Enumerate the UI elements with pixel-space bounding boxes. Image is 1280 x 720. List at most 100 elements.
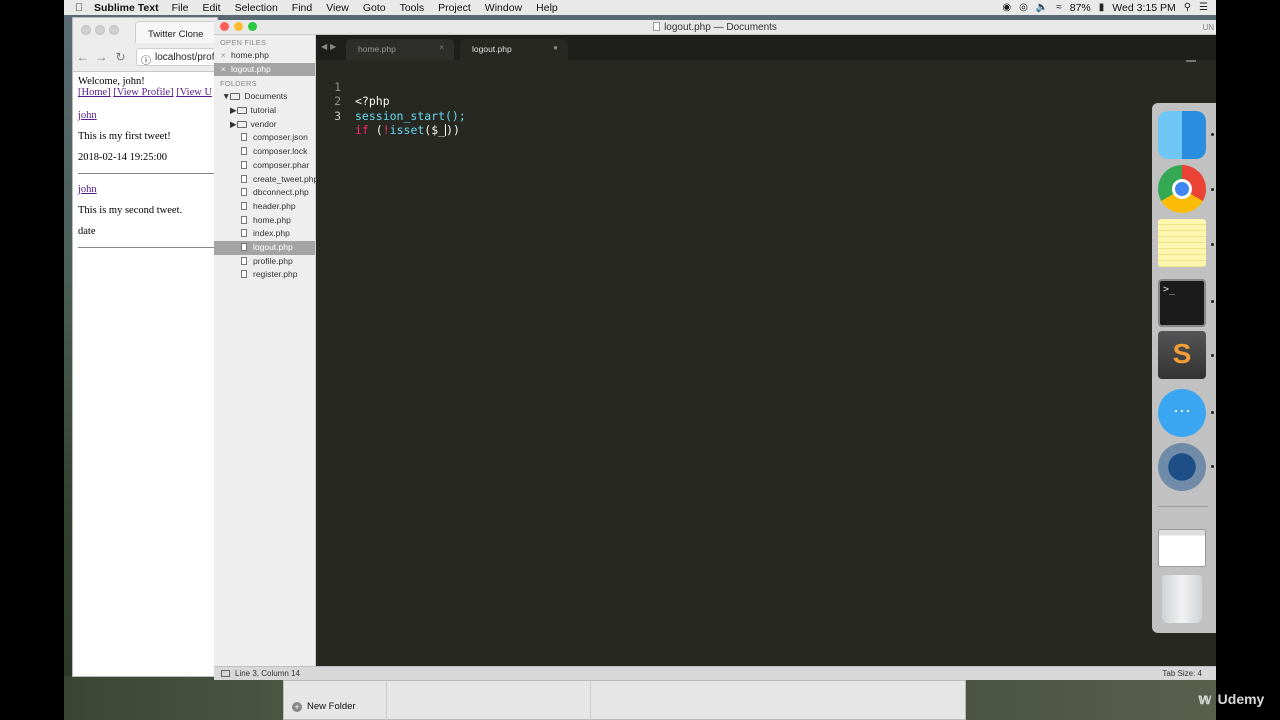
wifi-icon[interactable]: ≈ <box>1056 2 1062 13</box>
folder-item-tutorial[interactable]: ▶ tutorial <box>214 104 315 118</box>
running-indicator <box>1211 300 1214 303</box>
address-bar[interactable]: ⓘ localhost/prof <box>136 48 219 66</box>
forward-arrow-icon[interactable]: → <box>92 50 111 64</box>
browser-window-thumbnail-icon[interactable] <box>1158 529 1206 567</box>
apple-menu-icon[interactable]:  <box>64 2 94 14</box>
battery-icon[interactable]: ▮ <box>1099 2 1105 13</box>
document-icon <box>653 22 661 31</box>
file-label: logout.php <box>253 241 293 252</box>
folder-label: vendor <box>250 118 277 129</box>
folder-icon <box>230 93 241 101</box>
code-editor[interactable]: 1 <?php 2 session_start(); 3 if (!isset(… <box>316 60 1216 666</box>
tab-size-selector[interactable]: Tab Size: 4 <box>1162 669 1202 678</box>
menu-icon[interactable]: ☰ <box>1199 2 1208 13</box>
search-icon[interactable]: ⚲ <box>1184 2 1191 13</box>
open-file-item[interactable]: × logout.php <box>214 62 315 77</box>
chrome-icon[interactable] <box>1158 165 1206 213</box>
file-item[interactable]: home.php <box>214 214 315 228</box>
disclosure-open-icon[interactable]: ▼ <box>222 91 230 101</box>
unsaved-dot-icon[interactable]: ● <box>553 43 558 52</box>
file-item[interactable]: dbconnect.php <box>214 186 315 200</box>
menu-file[interactable]: File <box>172 2 189 14</box>
browser-tab[interactable]: Twitter Clone <box>135 21 225 43</box>
file-icon <box>241 229 247 238</box>
menu-window[interactable]: Window <box>485 2 522 14</box>
menu-view[interactable]: View <box>326 2 349 14</box>
menu-find[interactable]: Find <box>292 2 312 14</box>
sublime-text-icon[interactable]: S <box>1158 331 1206 379</box>
tab-logout-php[interactable]: logout.php ● <box>460 39 568 60</box>
file-label: composer.json <box>253 132 308 143</box>
info-icon[interactable]: ⓘ <box>141 52 151 65</box>
app-name-menu[interactable]: Sublime Text <box>94 2 159 14</box>
home-link[interactable]: [Home] <box>78 87 111 98</box>
running-indicator <box>1211 243 1214 246</box>
tweet-date: 2018-02-14 19:25:00 <box>78 152 167 163</box>
file-item[interactable]: composer.json <box>214 131 315 145</box>
tweet-user-link[interactable]: john <box>78 184 97 195</box>
back-arrow-icon[interactable]: ← <box>73 50 92 64</box>
menu-selection[interactable]: Selection <box>235 2 278 14</box>
menu-tools[interactable]: Tools <box>400 2 425 14</box>
menu-help[interactable]: Help <box>536 2 558 14</box>
reload-icon[interactable]: ↻ <box>111 50 130 64</box>
screen:  Sublime Text File Edit Selection Find … <box>0 0 1280 720</box>
disclosure-closed-icon[interactable]: ▶ <box>230 119 237 129</box>
trash-icon[interactable] <box>1162 575 1202 623</box>
close-icon[interactable]: × <box>221 63 226 77</box>
file-item[interactable]: create_tweet.php <box>214 173 318 187</box>
tab-nav-arrows-icon[interactable]: ◀▶ <box>321 42 339 51</box>
file-item[interactable]: header.php <box>214 200 315 214</box>
browser-nav-row: ← → ↻ ⓘ localhost/prof <box>73 46 219 68</box>
airplay-icon[interactable]: ◎ <box>1019 2 1028 13</box>
window-title: logout.php — Documents <box>664 22 777 33</box>
folder-item-vendor[interactable]: ▶ vendor <box>214 118 315 132</box>
menu-goto[interactable]: Goto <box>363 2 386 14</box>
file-icon <box>241 160 247 169</box>
add-icon[interactable]: + <box>292 702 302 712</box>
volume-icon[interactable]: 🔈 <box>1036 2 1048 13</box>
new-folder-button[interactable]: New Folder <box>307 701 356 712</box>
sidebar: OPEN FILES × home.php × logout.php FOLDE… <box>214 35 318 666</box>
zoom-window-icon[interactable] <box>248 22 257 31</box>
file-item[interactable]: composer.lock <box>214 145 315 159</box>
minimap[interactable] <box>1186 60 1196 62</box>
view-profile-link[interactable]: [View Profile] <box>113 87 173 98</box>
open-file-item[interactable]: × home.php <box>214 49 315 63</box>
notes-icon[interactable] <box>1158 219 1206 267</box>
code-line: 1 <?php <box>316 65 390 109</box>
view-users-link[interactable]: [View U <box>176 87 212 98</box>
tweet-divider <box>78 173 218 174</box>
terminal-icon[interactable]: >_ <box>1158 279 1206 327</box>
close-icon[interactable]: × <box>221 49 226 63</box>
menu-edit[interactable]: Edit <box>203 2 221 14</box>
file-item[interactable]: register.php <box>214 268 315 282</box>
tab-label: home.php <box>358 44 396 54</box>
minimize-window-icon[interactable] <box>95 25 105 35</box>
file-icon <box>241 188 247 197</box>
file-label: home.php <box>253 214 291 225</box>
record-icon[interactable]: ◉ <box>1002 2 1011 13</box>
messages-icon[interactable]: ⋯ <box>1158 389 1206 437</box>
close-tab-icon[interactable]: × <box>439 43 444 52</box>
close-window-icon[interactable] <box>220 22 229 31</box>
quicktime-icon[interactable] <box>1158 443 1206 491</box>
close-window-icon[interactable] <box>81 25 91 35</box>
file-item[interactable]: index.php <box>214 227 315 241</box>
menu-clock[interactable]: Wed 3:15 PM <box>1112 2 1175 14</box>
menu-project[interactable]: Project <box>438 2 471 14</box>
disclosure-closed-icon[interactable]: ▶ <box>230 105 237 115</box>
file-item-selected[interactable]: logout.php <box>214 240 315 255</box>
tab-home-php[interactable]: home.php × <box>346 39 454 60</box>
tab-label: logout.php <box>472 44 512 54</box>
folder-item-documents[interactable]: ▼ Documents <box>214 90 315 104</box>
minimize-window-icon[interactable] <box>234 22 243 31</box>
finder-icon[interactable] <box>1158 111 1206 159</box>
file-item[interactable]: composer.phar <box>214 159 315 173</box>
file-label: composer.lock <box>253 146 308 157</box>
tweet-user-link[interactable]: john <box>78 110 97 121</box>
panel-toggle-icon[interactable] <box>221 670 230 677</box>
zoom-window-icon[interactable] <box>109 25 119 35</box>
file-item[interactable]: profile.php <box>214 255 315 269</box>
code-text: if (!isset($_)) <box>355 123 460 138</box>
